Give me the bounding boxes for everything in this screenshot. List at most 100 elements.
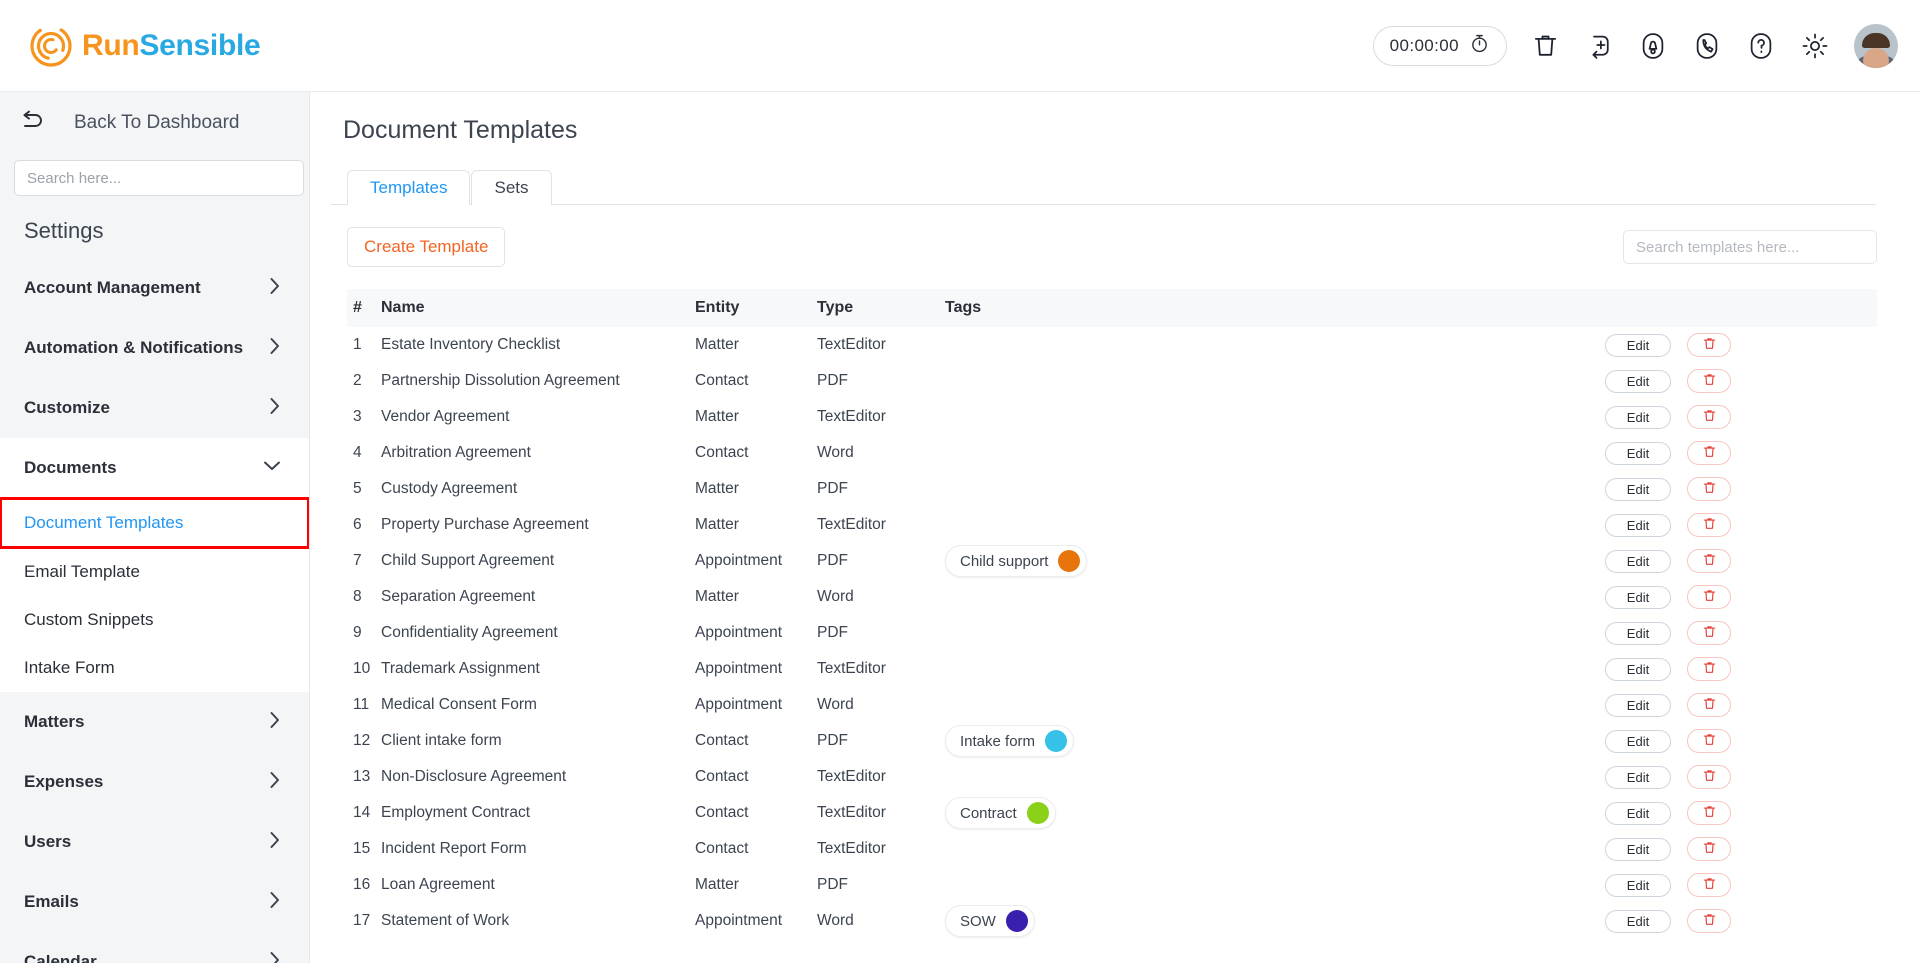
edit-template-button[interactable]: Edit: [1605, 585, 1671, 609]
sidebar-item-custom-snippets[interactable]: Custom Snippets: [0, 596, 309, 644]
delete-template-button[interactable]: [1687, 477, 1731, 501]
edit-template-button[interactable]: Edit: [1605, 693, 1671, 717]
cell-type: TextEditor: [817, 336, 886, 353]
table-row[interactable]: 10 Trademark Assignment Appointment TextEdi…: [347, 651, 1877, 687]
delete-template-button[interactable]: [1687, 729, 1731, 753]
tab-sets[interactable]: Sets: [471, 170, 552, 205]
sidebar-item-document-templates[interactable]: Document Templates: [0, 497, 309, 549]
edit-template-button[interactable]: Edit: [1605, 477, 1671, 501]
sidebar-item-expenses[interactable]: Expenses: [0, 752, 309, 812]
sidebar-item-emails[interactable]: Emails: [0, 872, 309, 932]
cell-actions: Edit: [1605, 435, 1877, 471]
edit-template-button[interactable]: Edit: [1605, 873, 1671, 897]
back-to-dashboard-button[interactable]: Back To Dashboard: [0, 92, 309, 154]
table-row[interactable]: 13 Non-Disclosure Agreement Contact TextEdi…: [347, 759, 1877, 795]
cell-entity: Contact: [695, 732, 749, 749]
table-row[interactable]: 11 Medical Consent Form Appointment Word Edi…: [347, 687, 1877, 723]
table-row[interactable]: 12 Client intake form Contact PDF Intake for…: [347, 723, 1877, 759]
table-row[interactable]: 6 Property Purchase Agreement Matter TextEd…: [347, 507, 1877, 543]
table-row[interactable]: 5 Custody Agreement Matter PDF Edit: [347, 471, 1877, 507]
edit-template-button[interactable]: Edit: [1605, 333, 1671, 357]
tag-chip[interactable]: Intake form: [945, 725, 1075, 757]
sidebar-item-automation-notifications[interactable]: Automation & Notifications: [0, 318, 309, 378]
delete-template-button[interactable]: [1687, 333, 1731, 357]
timer-widget[interactable]: 00:00:00: [1372, 25, 1507, 66]
trash-icon[interactable]: [1531, 31, 1560, 60]
table-row[interactable]: 2 Partnership Dissolution Agreement Contac…: [347, 363, 1877, 399]
sidebar-item-documents[interactable]: Documents: [0, 438, 309, 498]
cell-type: TextEditor: [817, 408, 886, 425]
sidebar-item-email-template[interactable]: Email Template: [0, 548, 309, 596]
table-row[interactable]: 4 Arbitration Agreement Contact Word Edit: [347, 435, 1877, 471]
chevron-right-icon: [269, 771, 281, 793]
sidebar-item-intake-form[interactable]: Intake Form: [0, 644, 309, 692]
delete-template-button[interactable]: [1687, 441, 1731, 465]
table-row[interactable]: 8 Separation Agreement Matter Word Edit: [347, 579, 1877, 615]
stopwatch-icon[interactable]: [1469, 33, 1490, 59]
delete-template-button[interactable]: [1687, 405, 1731, 429]
chevron-right-icon: [269, 397, 281, 419]
edit-template-button[interactable]: Edit: [1605, 837, 1671, 861]
table-row[interactable]: 17 Statement of Work Appointment Word SOW Edi…: [347, 903, 1877, 939]
cell-actions: Edit: [1605, 543, 1877, 579]
sidebar-item-matters[interactable]: Matters: [0, 692, 309, 752]
phone-icon[interactable]: [1692, 31, 1722, 61]
edit-template-button[interactable]: Edit: [1605, 369, 1671, 393]
delete-template-button[interactable]: [1687, 801, 1731, 825]
edit-template-button[interactable]: Edit: [1605, 405, 1671, 429]
templates-search-input[interactable]: [1623, 230, 1877, 264]
tag-chip[interactable]: Contract: [945, 797, 1056, 829]
edit-template-button[interactable]: Edit: [1605, 765, 1671, 789]
header-toolbar: 00:00:00: [1372, 23, 1898, 68]
edit-template-button[interactable]: Edit: [1605, 729, 1671, 753]
sidebar-item-account-management[interactable]: Account Management: [0, 258, 309, 318]
user-avatar[interactable]: [1854, 23, 1898, 68]
edit-template-button[interactable]: Edit: [1605, 657, 1671, 681]
brand-logo[interactable]: RunSensible: [30, 24, 261, 67]
delete-template-button[interactable]: [1687, 513, 1731, 537]
edit-template-button[interactable]: Edit: [1605, 549, 1671, 573]
delete-template-button[interactable]: [1687, 873, 1731, 897]
delete-template-button[interactable]: [1687, 621, 1731, 645]
table-row[interactable]: 3 Vendor Agreement Matter TextEditor Edit: [347, 399, 1877, 435]
cell-type: TextEditor: [817, 840, 886, 857]
sidebar-item-calendar[interactable]: Calendar: [0, 932, 309, 963]
settings-sidebar: Back To Dashboard Settings Account Manag…: [0, 92, 310, 963]
delete-template-button[interactable]: [1687, 909, 1731, 933]
back-arrow-icon: [18, 109, 52, 138]
cell-name: Confidentiality Agreement: [381, 624, 558, 641]
cell-entity: Matter: [695, 408, 739, 425]
sidebar-item-customize[interactable]: Customize: [0, 378, 309, 438]
help-icon[interactable]: [1746, 31, 1776, 61]
delete-template-button[interactable]: [1687, 657, 1731, 681]
create-template-button[interactable]: Create Template: [347, 227, 506, 267]
edit-template-button[interactable]: Edit: [1605, 621, 1671, 645]
tag-color-dot: [1026, 802, 1049, 824]
table-row[interactable]: 9 Confidentiality Agreement Appointment PDF…: [347, 615, 1877, 651]
brand-name: RunSensible: [82, 29, 261, 63]
edit-template-button[interactable]: Edit: [1605, 513, 1671, 537]
tag-chip[interactable]: Child support: [945, 545, 1088, 577]
add-task-icon[interactable]: [1584, 31, 1614, 61]
table-row[interactable]: 14 Employment Contract Contact TextEditor Co…: [347, 795, 1877, 831]
delete-template-button[interactable]: [1687, 837, 1731, 861]
chevron-right-icon: [269, 277, 281, 299]
edit-template-button[interactable]: Edit: [1605, 801, 1671, 825]
edit-template-button[interactable]: Edit: [1605, 441, 1671, 465]
table-row[interactable]: 16 Loan Agreement Matter PDF Edit: [347, 867, 1877, 903]
table-row[interactable]: 7 Child Support Agreement Appointment PDF Ch…: [347, 543, 1877, 579]
table-row[interactable]: 1 Estate Inventory Checklist Matter TextEdi…: [347, 327, 1877, 363]
delete-template-button[interactable]: [1687, 585, 1731, 609]
sidebar-search-input[interactable]: [14, 160, 304, 196]
table-row[interactable]: 15 Incident Report Form Contact TextEditor E…: [347, 831, 1877, 867]
delete-template-button[interactable]: [1687, 693, 1731, 717]
delete-template-button[interactable]: [1687, 369, 1731, 393]
edit-template-button[interactable]: Edit: [1605, 909, 1671, 933]
notification-bell-icon[interactable]: [1638, 31, 1668, 61]
tag-chip[interactable]: SOW: [945, 905, 1035, 937]
tab-templates[interactable]: Templates: [347, 170, 471, 205]
sidebar-item-users[interactable]: Users: [0, 812, 309, 872]
delete-template-button[interactable]: [1687, 549, 1731, 573]
delete-template-button[interactable]: [1687, 765, 1731, 789]
settings-gear-icon[interactable]: [1800, 31, 1830, 61]
